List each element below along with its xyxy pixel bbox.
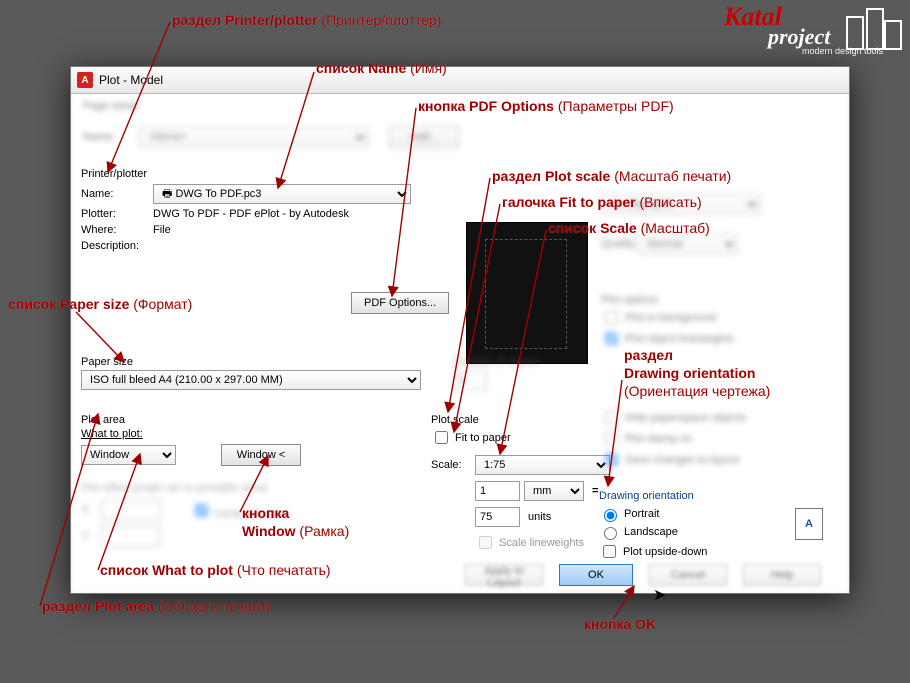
plot-area-legend: Plot area — [81, 414, 421, 426]
description-label: Description: — [81, 240, 153, 252]
scale-label: Scale: — [431, 459, 475, 471]
units-label: units — [528, 511, 551, 523]
plotter-value: DWG To PDF - PDF ePlot - by Autodesk — [153, 208, 349, 220]
equals-sign: = — [592, 485, 598, 497]
app-icon: A — [77, 72, 93, 88]
drawing-orientation-section: Drawing orientation Portrait Landscape P… — [599, 490, 829, 563]
where-label: Where: — [81, 224, 153, 236]
annot-drawing-orientation: разделDrawing orientation(Ориентация чер… — [624, 346, 770, 400]
annot-paper-size: список Paper size (Формат) — [8, 296, 192, 312]
cancel-button[interactable]: Cancel — [649, 564, 727, 586]
plotter-label: Plotter: — [81, 208, 153, 220]
fit-to-paper-label: Fit to paper — [455, 432, 511, 444]
landscape-label: Landscape — [624, 526, 678, 538]
fit-to-paper-checkbox[interactable] — [435, 431, 448, 444]
paper-size-section: Paper size ISO full bleed A4 (210.00 x 2… — [81, 352, 431, 390]
apply-to-layout-button[interactable]: Apply to Layout — [465, 564, 543, 586]
help-button[interactable]: Help — [743, 564, 821, 586]
scale-select[interactable]: 1:75 — [475, 455, 610, 475]
plot-dialog: A Plot - Model Page setup Name: <None> A… — [70, 66, 850, 594]
where-value: File — [153, 224, 171, 236]
plot-upside-down-label: Plot upside-down — [623, 546, 707, 558]
annot-window: кнопкаWindow (Рамка) — [242, 504, 349, 540]
annot-pdf-options: кнопка PDF Options (Параметры PDF) — [418, 98, 674, 114]
annot-scale: список Scale (Масштаб) — [548, 220, 710, 236]
scale-lineweights-label: Scale lineweights — [499, 537, 584, 549]
annot-name: список Name (Имя) — [316, 60, 447, 76]
annot-what-to-plot: список What to plot (Что печатать) — [100, 562, 331, 578]
scale-denominator-input[interactable] — [475, 507, 520, 527]
paper-size-legend: Paper size — [81, 356, 431, 368]
what-to-plot-label: What to plot: — [81, 428, 421, 440]
pdf-options-button[interactable]: PDF Options... — [351, 292, 449, 314]
portrait-radio[interactable] — [604, 509, 617, 522]
printer-plotter-legend: Printer/plotter — [81, 168, 461, 180]
scale-lineweights-checkbox — [479, 536, 492, 549]
scale-numerator-input[interactable] — [475, 481, 520, 501]
annot-printer-plotter: раздел Printer/plotter (Принтер/плоттер) — [172, 12, 441, 28]
annot-plot-scale: раздел Plot scale (Масштаб печати) — [492, 168, 731, 184]
drawing-orientation-legend: Drawing orientation — [599, 490, 829, 502]
window-title: Plot - Model — [99, 73, 163, 87]
name-label: Name: — [81, 188, 153, 200]
orientation-icon: A — [795, 508, 823, 540]
titlebar: A Plot - Model — [71, 67, 849, 94]
plot-upside-down-checkbox[interactable] — [603, 545, 616, 558]
annot-plot-area: раздел Plot area (Область печати) — [42, 598, 270, 614]
annot-fit-to-paper: галочка Fit to paper (Вписать) — [502, 194, 702, 210]
brand-logo: Katal project modern design tools — [724, 2, 904, 58]
printer-plotter-section: Printer/plotter Name: 🖶 DWG To PDF.pc3 P… — [81, 164, 461, 256]
annot-ok: кнопка OK — [584, 616, 656, 632]
printer-name-select[interactable]: 🖶 DWG To PDF.pc3 — [153, 184, 411, 204]
right-options-blur: As displayed Quality Normal Plot options… — [601, 194, 839, 474]
paper-preview — [466, 222, 588, 364]
what-to-plot-select[interactable]: Window — [81, 445, 176, 465]
paper-size-select[interactable]: ISO full bleed A4 (210.00 x 297.00 MM) — [81, 370, 421, 390]
portrait-label: Portrait — [624, 508, 659, 520]
window-button[interactable]: Window < — [221, 444, 301, 466]
scale-unit-select[interactable]: mm — [524, 481, 584, 501]
landscape-radio[interactable] — [604, 527, 617, 540]
ok-button[interactable]: OK — [559, 564, 633, 586]
